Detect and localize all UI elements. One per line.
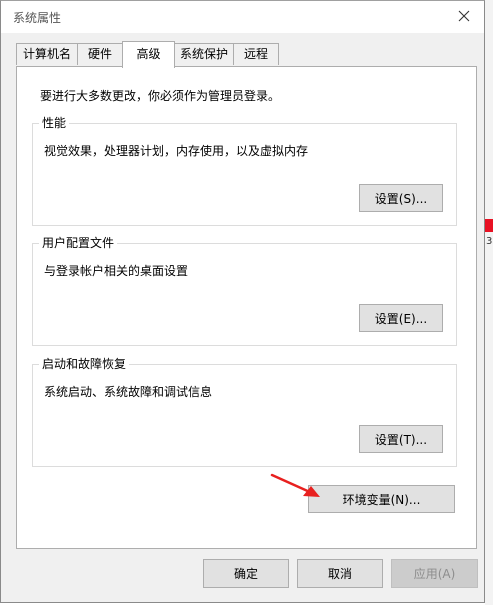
tab-computer-name[interactable]: 计算机名 [16,43,78,65]
close-button[interactable] [450,4,478,28]
tab-system-protection[interactable]: 系统保护 [174,43,234,65]
title-bar[interactable]: 系统属性 [1,1,484,33]
performance-description: 视觉效果，处理器计划，内存使用，以及虚拟内存 [44,144,309,158]
startup-recovery-group: 启动和故障恢复 系统启动、系统故障和调试信息 设置(T)... [32,357,457,467]
user-profiles-group: 用户配置文件 与登录帐户相关的桌面设置 设置(E)... [32,236,457,346]
admin-notice: 要进行大多数更改，你必须作为管理员登录。 [40,89,281,103]
ok-button[interactable]: 确定 [203,559,289,588]
user-profiles-settings-button[interactable]: 设置(E)... [359,304,443,332]
performance-group-title: 性能 [39,116,70,130]
annotation-arrow-icon [270,473,320,497]
close-icon [458,10,470,22]
user-profiles-description: 与登录帐户相关的桌面设置 [44,264,189,278]
background-edge-text: 3 [486,236,493,247]
tab-remote[interactable]: 远程 [233,43,279,65]
background-red-marker [485,219,493,232]
system-properties-dialog: 系统属性 计算机名 硬件 高级 系统保护 远程 要进行大多数更改，你必须作为管理… [0,0,485,603]
user-profiles-group-title: 用户配置文件 [39,236,118,250]
advanced-tab-panel: 要进行大多数更改，你必须作为管理员登录。 性能 视觉效果，处理器计划，内存使用，… [16,66,477,549]
startup-recovery-description: 系统启动、系统故障和调试信息 [44,385,213,399]
background-window-edge [485,0,493,605]
performance-group: 性能 视觉效果，处理器计划，内存使用，以及虚拟内存 设置(S)... [32,116,457,226]
cancel-button[interactable]: 取消 [297,559,383,588]
startup-recovery-settings-button[interactable]: 设置(T)... [359,425,443,453]
window-title: 系统属性 [13,11,62,25]
apply-button[interactable]: 应用(A) [391,559,478,588]
performance-settings-button[interactable]: 设置(S)... [359,184,443,212]
tab-hardware[interactable]: 硬件 [77,43,123,65]
environment-variables-button[interactable]: 环境变量(N)... [308,485,455,513]
tab-advanced[interactable]: 高级 [122,41,175,68]
startup-recovery-group-title: 启动和故障恢复 [39,357,130,371]
